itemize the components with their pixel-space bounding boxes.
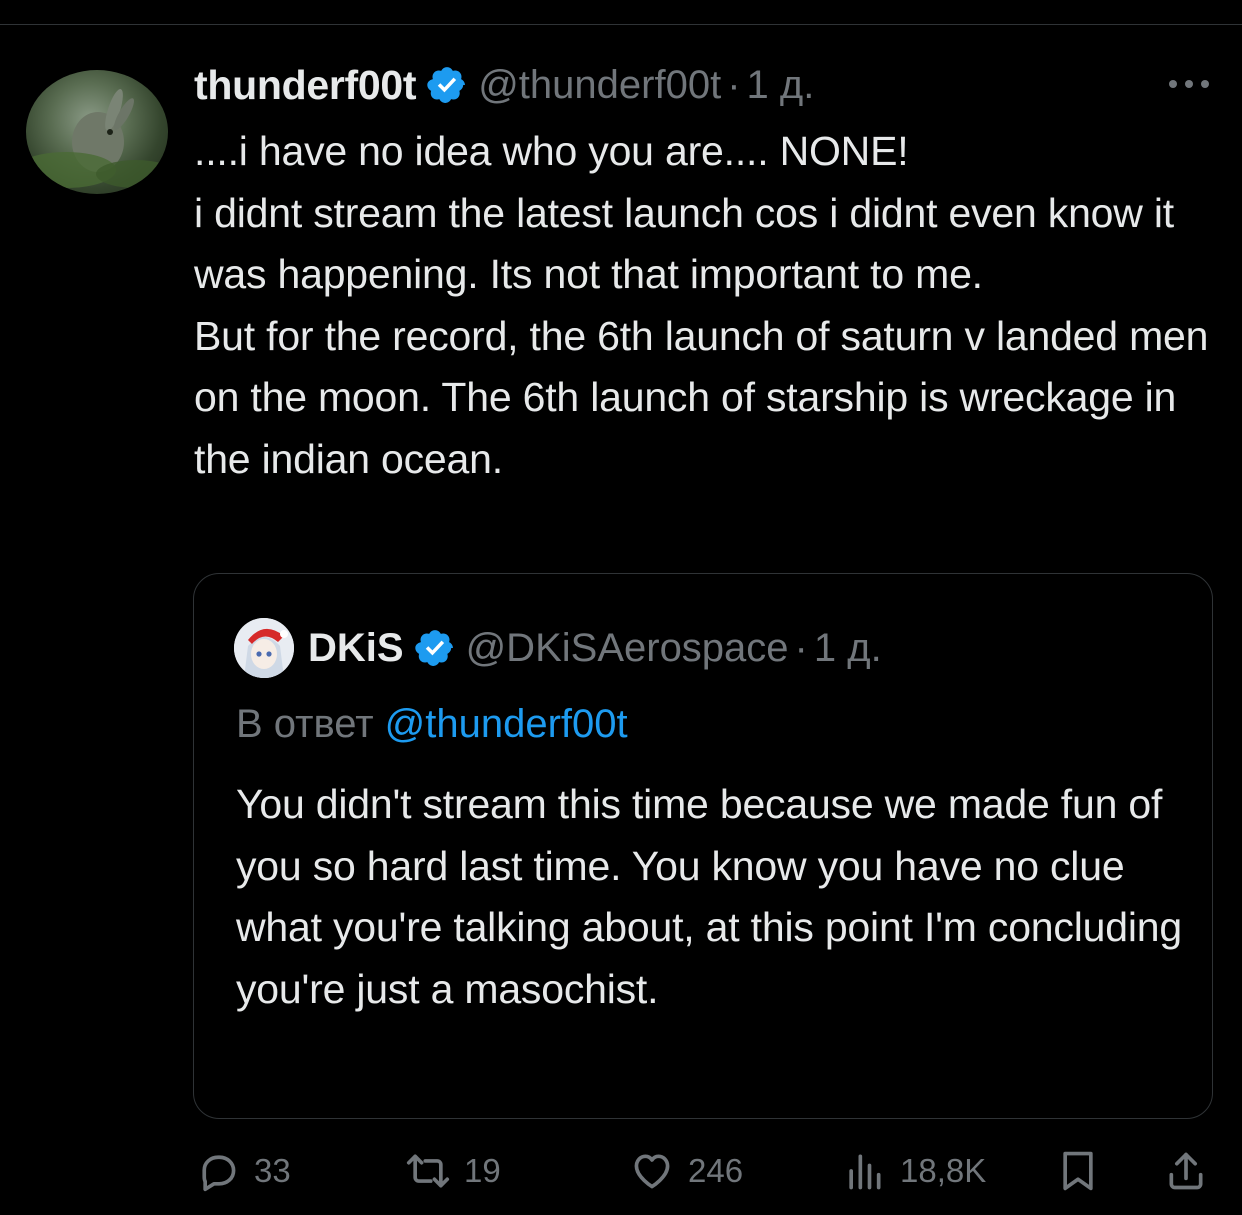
- views-count: 18,8K: [900, 1152, 987, 1189]
- repost-count: 19: [464, 1152, 501, 1189]
- reply-prefix: В ответ: [236, 702, 374, 746]
- quoted-author-avatar[interactable]: [234, 618, 294, 678]
- top-divider: [0, 24, 1242, 25]
- verified-badge-icon: [426, 64, 468, 106]
- reply-bubble-icon: [202, 1155, 236, 1192]
- heart-icon: [634, 1154, 670, 1189]
- more-horizontal-icon: [1169, 80, 1209, 88]
- quoted-timestamp[interactable]: 1 д.: [814, 626, 882, 671]
- reply-mention-link[interactable]: @thunderf00t: [385, 702, 628, 746]
- tweet-header: thunderf00t @thunderf00t · 1 д.: [194, 60, 814, 110]
- repost-icon: [406, 1154, 450, 1188]
- views-bar-chart-icon: [849, 1154, 881, 1190]
- reply-context: В ответ @thunderf00t: [236, 702, 628, 747]
- header-separator: ·: [727, 62, 741, 107]
- like-count: 246: [688, 1152, 744, 1189]
- quoted-header-separator: ·: [794, 625, 808, 670]
- author-display-name[interactable]: thunderf00t: [194, 62, 417, 109]
- quoted-display-name[interactable]: DKiS: [308, 626, 404, 671]
- rabbit-avatar-image: [26, 88, 168, 188]
- like-button[interactable]: 246: [630, 1140, 743, 1202]
- verified-badge-icon: [414, 627, 456, 669]
- author-avatar[interactable]: [26, 70, 168, 194]
- more-options-button[interactable]: [1166, 72, 1212, 96]
- repost-button[interactable]: 19: [406, 1140, 501, 1202]
- tweet-timestamp[interactable]: 1 д.: [747, 63, 815, 108]
- quoted-tweet-card[interactable]: DKiS @DKiSAerospace · 1 д. В ответ @thun…: [193, 573, 1213, 1119]
- quoted-body-text: You didn't stream this time because we m…: [236, 781, 1182, 1012]
- quoted-handle[interactable]: @DKiSAerospace: [466, 626, 789, 671]
- views-button[interactable]: 18,8K: [842, 1140, 986, 1202]
- reply-button[interactable]: 33: [196, 1140, 291, 1202]
- share-button[interactable]: [1164, 1140, 1208, 1202]
- tweet-action-bar: 33 19 246 18,8K: [0, 1140, 1242, 1202]
- tweet-body-text: ....i have no idea who you are.... NONE!…: [194, 128, 1209, 482]
- anime-avatar-image: [234, 618, 294, 678]
- bookmark-icon: [1063, 1151, 1093, 1191]
- reply-count: 33: [254, 1152, 291, 1189]
- share-icon: [1169, 1152, 1203, 1190]
- bookmark-button[interactable]: [1056, 1140, 1100, 1202]
- quoted-tweet-header: DKiS @DKiSAerospace · 1 д.: [308, 619, 882, 677]
- author-handle[interactable]: @thunderf00t: [478, 63, 721, 108]
